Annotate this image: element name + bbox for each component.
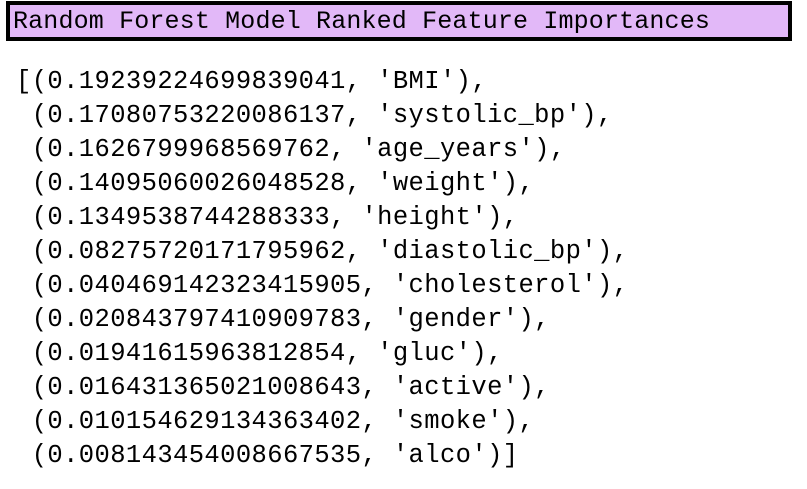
output-line: (0.01941615963812854, 'gluc'), [16,339,503,368]
output-line: (0.08275720171795962, 'diastolic_bp'), [16,237,629,266]
output-line: (0.1626799968569762, 'age_years'), [16,135,566,164]
output-line: (0.008143454008667535, 'alco')] [16,441,519,470]
output-line: (0.14095060026048528, 'weight'), [16,169,535,198]
output-line: (0.010154629134363402, 'smoke'), [16,407,535,436]
output-line: [(0.19239224699839041, 'BMI'), [16,67,488,96]
output-line: (0.016431365021008643, 'active'), [16,373,550,402]
output-line: (0.040469142323415905, 'cholesterol'), [16,271,629,300]
title-banner: Random Forest Model Ranked Feature Impor… [6,1,792,41]
feature-importance-output: [(0.19239224699839041, 'BMI'), (0.170807… [16,65,628,473]
output-line: (0.1349538744288333, 'height'), [16,203,519,232]
output-line: (0.020843797410909783, 'gender'), [16,305,550,334]
page-title: Random Forest Model Ranked Feature Impor… [13,6,711,36]
output-line: (0.17080753220086137, 'systolic_bp'), [16,101,613,130]
